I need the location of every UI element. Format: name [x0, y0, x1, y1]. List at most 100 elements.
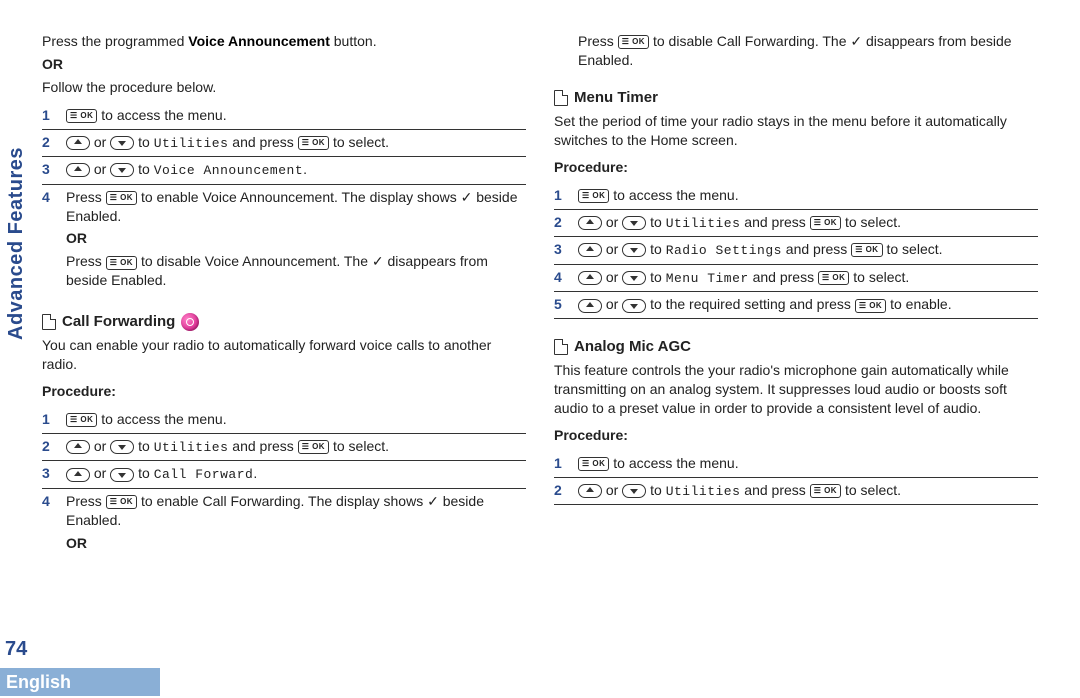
step-3: 3 or to Radio Settings and press ☰ OK to… [554, 237, 1038, 265]
va-intro: Press the programmed Voice Announcement … [42, 32, 526, 51]
step-body: ☰ OK to access the menu. [578, 186, 1038, 205]
text: . [253, 465, 257, 481]
step-body: or to Radio Settings and press ☰ OK to s… [578, 240, 1038, 260]
step-4: 4 Press ☰ OK to enable Voice Announcemen… [42, 185, 526, 294]
step-body: or to Utilities and press ☰ OK to select… [578, 213, 1038, 233]
step-number: 1 [554, 186, 578, 205]
up-arrow-key-icon [66, 136, 90, 150]
down-arrow-key-icon [622, 271, 646, 285]
ok-key-icon: ☰ OK [810, 484, 841, 498]
down-arrow-key-icon [110, 163, 134, 177]
or-label: OR [66, 229, 526, 248]
text: to [134, 438, 153, 454]
step-1: 1 ☰ OK to access the menu. [554, 451, 1038, 478]
text: or [90, 161, 110, 177]
menu-item: Call Forward [154, 467, 254, 482]
text: to [646, 241, 665, 257]
text: or [602, 269, 622, 285]
step-body: Press ☰ OK to enable Call Forwarding. Th… [66, 492, 526, 557]
down-arrow-key-icon [622, 299, 646, 313]
heading-text: Menu Timer [574, 88, 658, 108]
step-4: 4 or to Menu Timer and press ☰ OK to sel… [554, 265, 1038, 293]
text: to [646, 214, 665, 230]
step-2: 2 or to Utilities and press ☰ OK to sele… [42, 434, 526, 462]
document-icon [554, 90, 568, 106]
text: to [646, 269, 665, 285]
text: or [90, 438, 110, 454]
text: and press [740, 482, 809, 498]
text: to select. [329, 438, 389, 454]
radio-feature-icon [181, 313, 199, 331]
step-body: or to Utilities and press ☰ OK to select… [66, 133, 526, 153]
step-3: 3 or to Call Forward. [42, 461, 526, 489]
text: to enable Voice Announcement. The displa… [137, 189, 461, 205]
step-body: or to Menu Timer and press ☰ OK to selec… [578, 268, 1038, 288]
text: and press [782, 241, 851, 257]
step-2: 2 or to Utilities and press ☰ OK to sele… [554, 210, 1038, 238]
step-number: 1 [42, 410, 66, 429]
down-arrow-key-icon [622, 484, 646, 498]
ok-key-icon: ☰ OK [578, 457, 609, 471]
heading-text: Analog Mic AGC [574, 337, 691, 357]
ok-key-icon: ☰ OK [298, 440, 329, 454]
menu-item: Voice Announcement [154, 163, 303, 178]
step-number: 4 [554, 268, 578, 287]
text: Press the programmed [42, 33, 188, 49]
text: to select. [841, 214, 901, 230]
step-body: or to Utilities and press ☰ OK to select… [578, 481, 1038, 501]
cf-continuation: Press ☰ OK to disable Call Forwarding. T… [554, 32, 1038, 70]
up-arrow-key-icon [578, 271, 602, 285]
step-1: 1 ☰ OK to access the menu. [42, 407, 526, 434]
call-forwarding-heading: Call Forwarding [42, 312, 526, 332]
text: to [134, 161, 153, 177]
step-number: 2 [42, 133, 66, 152]
step-4: 4 Press ☰ OK to enable Call Forwarding. … [42, 489, 526, 561]
procedure-label: Procedure: [554, 158, 1038, 177]
text: Press [66, 253, 106, 269]
text: to select. [883, 241, 943, 257]
down-arrow-key-icon [622, 216, 646, 230]
or-label: OR [66, 534, 526, 553]
agc-description: This feature controls the your radio's m… [554, 361, 1038, 418]
text: to access the menu. [97, 107, 226, 123]
text: to the required setting and press [646, 296, 855, 312]
document-icon [42, 314, 56, 330]
up-arrow-key-icon [578, 243, 602, 257]
step-body: Press ☰ OK to enable Voice Announcement.… [66, 188, 526, 290]
step-number: 3 [42, 464, 66, 483]
text: to select. [329, 134, 389, 150]
menu-item: Radio Settings [666, 243, 782, 258]
menu-timer-heading: Menu Timer [554, 88, 1038, 108]
ok-key-icon: ☰ OK [66, 413, 97, 427]
ok-key-icon: ☰ OK [810, 216, 841, 230]
menu-item: Utilities [666, 484, 741, 499]
text: to [134, 465, 153, 481]
ok-key-icon: ☰ OK [298, 136, 329, 150]
step-body: ☰ OK to access the menu. [66, 106, 526, 125]
step-body: ☰ OK to access the menu. [578, 454, 1038, 473]
text: to enable. [886, 296, 951, 312]
text: to select. [849, 269, 909, 285]
procedure-label: Procedure: [554, 426, 1038, 445]
ok-key-icon: ☰ OK [66, 109, 97, 123]
down-arrow-key-icon [110, 468, 134, 482]
text: Press [578, 33, 618, 49]
step-number: 1 [554, 454, 578, 473]
up-arrow-key-icon [66, 440, 90, 454]
text: to [134, 134, 153, 150]
step-number: 4 [42, 188, 66, 207]
ok-key-icon: ☰ OK [618, 35, 649, 49]
step-body: or to Call Forward. [66, 464, 526, 484]
va-steps: 1 ☰ OK to access the menu. 2 or to Utili… [42, 103, 526, 294]
ok-key-icon: ☰ OK [818, 271, 849, 285]
procedure-label: Procedure: [42, 382, 526, 401]
text: to disable Call Forwarding. The [649, 33, 850, 49]
text: to access the menu. [609, 455, 738, 471]
step-number: 5 [554, 295, 578, 314]
page-number: 74 [5, 638, 27, 661]
step-5: 5 or to the required setting and press ☰… [554, 292, 1038, 319]
ok-key-icon: ☰ OK [851, 243, 882, 257]
ok-key-icon: ☰ OK [855, 299, 886, 313]
text: button. [330, 33, 377, 49]
text: or [602, 241, 622, 257]
